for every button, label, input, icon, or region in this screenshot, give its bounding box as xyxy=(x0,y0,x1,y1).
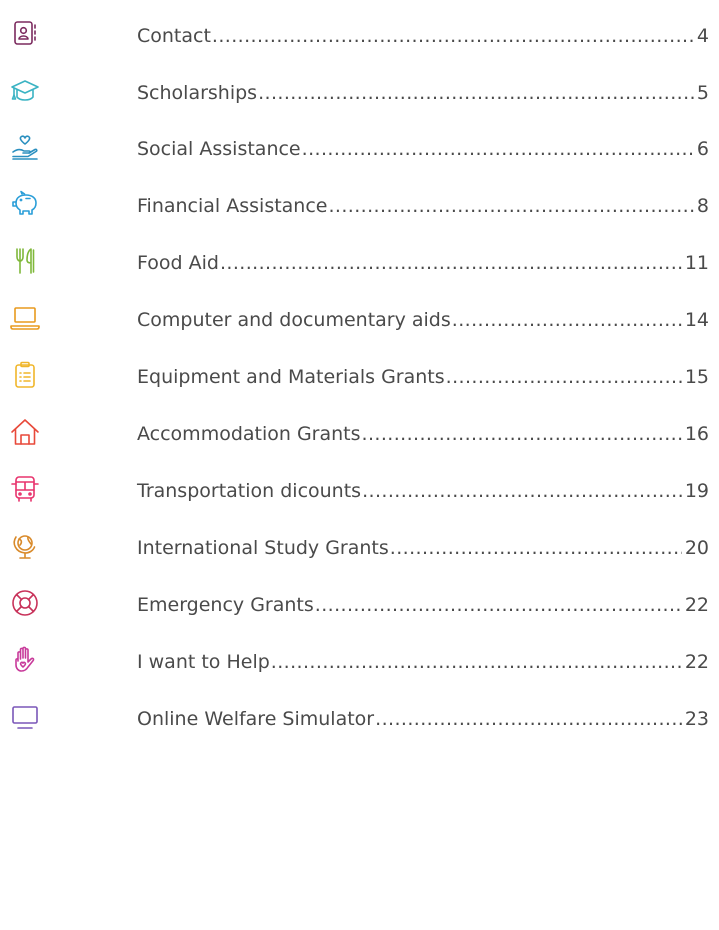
toc-label: Scholarships xyxy=(137,82,258,104)
toc-label: Transportation dicounts xyxy=(137,480,362,502)
toc-label: Financial Assistance xyxy=(137,195,328,217)
toc-label: Online Welfare Simulator xyxy=(137,708,375,730)
dot-leader xyxy=(362,476,682,506)
dot-leader xyxy=(302,134,694,164)
bus-icon xyxy=(10,474,40,504)
toc-entry-international-study[interactable]: International Study Grants 20 xyxy=(0,525,719,575)
toc-entry-i-want-to-help[interactable]: I want to Help 22 xyxy=(0,639,719,689)
toc-page-number: 16 xyxy=(684,423,709,445)
clipboard-icon xyxy=(10,360,40,390)
toc-page-number: 14 xyxy=(684,309,709,331)
graduation-cap-icon xyxy=(10,76,40,106)
toc-label: Accommodation Grants xyxy=(137,423,361,445)
dot-leader xyxy=(258,78,694,108)
globe-icon xyxy=(10,531,40,561)
toc-page-number: 5 xyxy=(696,82,709,104)
toc-label: Social Assistance xyxy=(137,138,301,160)
fork-knife-icon xyxy=(10,246,40,276)
toc-page-number: 8 xyxy=(696,195,709,217)
contact-card-icon xyxy=(10,19,40,49)
toc-label: I want to Help xyxy=(137,651,270,673)
toc-page-number: 22 xyxy=(684,594,709,616)
toc-page-number: 11 xyxy=(684,252,709,274)
toc-label: Food Aid xyxy=(137,252,219,274)
toc-label: Computer and documentary aids xyxy=(137,309,451,331)
house-icon xyxy=(10,417,40,447)
raised-hand-heart-icon xyxy=(10,645,40,675)
dot-leader xyxy=(212,21,694,51)
dot-leader xyxy=(452,305,682,335)
toc-entry-scholarships[interactable]: Scholarships 5 xyxy=(0,70,719,120)
toc-entry-financial-assistance[interactable]: Financial Assistance 8 xyxy=(0,183,719,233)
monitor-icon xyxy=(10,702,40,732)
toc-label: Contact xyxy=(137,25,211,47)
toc-entry-computer-aids[interactable]: Computer and documentary aids 14 xyxy=(0,297,719,347)
toc-entry-online-welfare-simulator[interactable]: Online Welfare Simulator 23 xyxy=(0,696,719,746)
toc-entry-contact[interactable]: Contact 4 xyxy=(0,13,719,63)
dot-leader xyxy=(446,362,682,392)
toc-entry-accommodation-grants[interactable]: Accommodation Grants 16 xyxy=(0,411,719,461)
dot-leader xyxy=(315,590,682,620)
dot-leader xyxy=(271,647,682,677)
heart-hand-icon xyxy=(10,132,40,162)
toc-page-number: 6 xyxy=(696,138,709,160)
toc-entry-transportation[interactable]: Transportation dicounts 19 xyxy=(0,468,719,518)
table-of-contents: Contact 4 Scholarships 5 xyxy=(0,0,719,930)
toc-page-number: 22 xyxy=(684,651,709,673)
toc-entry-food-aid[interactable]: Food Aid 11 xyxy=(0,240,719,290)
dot-leader xyxy=(390,533,682,563)
toc-page-number: 23 xyxy=(684,708,709,730)
toc-entry-social-assistance[interactable]: Social Assistance 6 xyxy=(0,126,719,176)
piggy-bank-icon xyxy=(10,189,40,219)
laptop-icon xyxy=(10,303,40,333)
toc-page-number: 20 xyxy=(684,537,709,559)
toc-entry-emergency-grants[interactable]: Emergency Grants 22 xyxy=(0,582,719,632)
toc-entry-equipment-grants[interactable]: Equipment and Materials Grants 15 xyxy=(0,354,719,404)
dot-leader xyxy=(220,248,682,278)
toc-label: Emergency Grants xyxy=(137,594,314,616)
toc-page-number: 15 xyxy=(684,366,709,388)
toc-label: International Study Grants xyxy=(137,537,389,559)
toc-page-number: 19 xyxy=(684,480,709,502)
lifebuoy-icon xyxy=(10,588,40,618)
toc-label: Equipment and Materials Grants xyxy=(137,366,445,388)
toc-page-number: 4 xyxy=(696,25,709,47)
dot-leader xyxy=(328,191,693,221)
dot-leader xyxy=(362,419,682,449)
dot-leader xyxy=(375,704,682,734)
